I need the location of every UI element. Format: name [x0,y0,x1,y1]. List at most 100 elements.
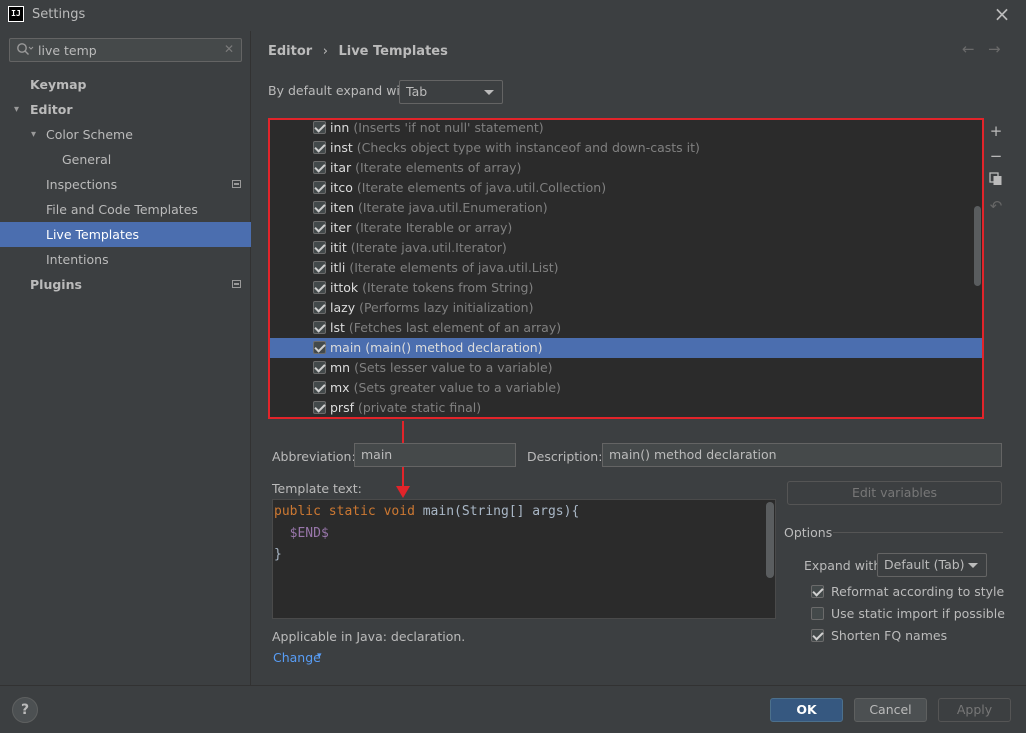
template-row-text: inn (Inserts 'if not null' statement) [330,120,544,138]
template-enabled-checkbox[interactable] [313,261,326,274]
reformat-checkbox[interactable] [811,585,824,598]
template-text-editor[interactable]: public static void main(String[] args){ … [272,499,776,619]
template-enabled-checkbox[interactable] [313,121,326,134]
template-description: (Performs lazy initialization) [359,300,534,315]
sidebar-item-intentions[interactable]: Intentions [0,247,251,272]
template-enabled-checkbox[interactable] [313,361,326,374]
template-row-text: itco (Iterate elements of java.util.Coll… [330,178,606,198]
add-template-icon[interactable]: + [986,121,1006,141]
undo-icon[interactable]: ↶ [986,196,1006,216]
edit-variables-button[interactable]: Edit variables [787,481,1002,505]
template-description: (Sets greater value to a variable) [353,380,561,395]
editor-scrollbar[interactable] [766,502,774,578]
chevron-down-icon[interactable]: ▾ [31,122,36,147]
cancel-button[interactable]: Cancel [854,698,927,722]
sidebar-item-label: Intentions [46,252,109,267]
template-abbreviation: inst [330,140,353,155]
template-row[interactable]: lazy (Performs lazy initialization) [270,298,982,318]
default-expand-select[interactable]: Tab [399,80,503,104]
shorten-fq-checkbox[interactable] [811,629,824,642]
sidebar-item-live-templates[interactable]: Live Templates [0,222,251,247]
back-arrow-icon[interactable]: ← [962,40,982,60]
window-title: Settings [32,7,86,22]
sidebar-item-keymap[interactable]: Keymap [0,72,251,97]
template-enabled-checkbox[interactable] [313,161,326,174]
template-enabled-checkbox[interactable] [313,241,326,254]
template-description: (Inserts 'if not null' statement) [353,120,544,135]
chevron-down-icon[interactable]: ▾ [317,651,322,661]
template-abbreviation: lazy [330,300,356,315]
template-description: (Iterate tokens from String) [362,280,534,295]
abbreviation-input[interactable]: main [354,443,516,467]
template-abbreviation: iter [330,220,352,235]
template-row[interactable]: itit (Iterate java.util.Iterator) [270,238,982,258]
template-row-text: ittok (Iterate tokens from String) [330,278,533,298]
chevron-down-icon[interactable]: ▾ [14,97,19,122]
template-row[interactable]: itli (Iterate elements of java.util.List… [270,258,982,278]
template-row[interactable]: iten (Iterate java.util.Enumeration) [270,198,982,218]
template-enabled-checkbox[interactable] [313,381,326,394]
clear-search-icon[interactable]: ✕ [222,42,236,56]
template-row-text: lazy (Performs lazy initialization) [330,298,533,318]
template-enabled-checkbox[interactable] [313,321,326,334]
change-context-link[interactable]: Change [273,650,321,665]
template-row[interactable]: iter (Iterate Iterable or array) [270,218,982,238]
template-row[interactable]: itco (Iterate elements of java.util.Coll… [270,178,982,198]
static-import-checkbox[interactable] [811,607,824,620]
template-row-text: iten (Iterate java.util.Enumeration) [330,198,548,218]
template-enabled-checkbox[interactable] [313,341,326,354]
template-row[interactable]: prsf (private static final) [270,398,982,417]
code-line-2: $END$ [289,526,329,541]
template-abbreviation: main [330,340,362,355]
template-row[interactable]: itar (Iterate elements of array) [270,158,982,178]
copy-template-icon[interactable] [986,171,1006,191]
template-row[interactable]: inn (Inserts 'if not null' statement) [270,120,982,138]
breadcrumb-separator: › [322,44,328,59]
template-description: (Checks object type with instanceof and … [356,140,700,155]
apply-button[interactable]: Apply [938,698,1011,722]
ok-button[interactable]: OK [770,698,843,722]
template-enabled-checkbox[interactable] [313,281,326,294]
sidebar-item-label: File and Code Templates [46,202,198,217]
template-enabled-checkbox[interactable] [313,221,326,234]
template-description: (Iterate elements of java.util.List) [349,260,559,275]
template-row[interactable]: inst (Checks object type with instanceof… [270,138,982,158]
template-description: (Iterate java.util.Enumeration) [357,200,548,215]
expand-with-option-label: Expand with [804,558,882,573]
sidebar-item-inspections[interactable]: Inspections [0,172,251,197]
template-row[interactable]: lst (Fetches last element of an array) [270,318,982,338]
sidebar-item-label: General [62,152,112,167]
sidebar-item-editor[interactable]: ▾ Editor [0,97,251,122]
description-label: Description: [527,449,603,464]
sidebar-item-label: Live Templates [46,227,140,242]
template-row[interactable]: main (main() method declaration) [270,338,982,358]
template-enabled-checkbox[interactable] [313,201,326,214]
templates-list[interactable]: inn (Inserts 'if not null' statement) ins… [268,118,984,419]
template-row[interactable]: mx (Sets greater value to a variable) [270,378,982,398]
help-button[interactable]: ? [12,697,38,723]
sidebar-item-general[interactable]: General [0,147,251,172]
template-row-text: itli (Iterate elements of java.util.List… [330,258,559,278]
template-row-text: lst (Fetches last element of an array) [330,318,561,338]
settings-search-input[interactable] [38,40,218,60]
template-row-text: itar (Iterate elements of array) [330,158,521,178]
template-enabled-checkbox[interactable] [313,301,326,314]
remove-template-icon[interactable]: − [986,146,1006,166]
template-row[interactable]: ittok (Iterate tokens from String) [270,278,982,298]
close-window-icon[interactable]: × [990,3,1014,27]
description-input[interactable]: main() method declaration [602,443,1002,467]
template-enabled-checkbox[interactable] [313,401,326,414]
template-description: (Iterate elements of java.util.Collectio… [356,180,607,195]
list-scrollbar[interactable] [974,206,981,286]
template-description: (Iterate java.util.Iterator) [350,240,507,255]
project-settings-icon [232,280,241,288]
sidebar-item-file-and-code-templates[interactable]: File and Code Templates [0,197,251,222]
template-enabled-checkbox[interactable] [313,141,326,154]
template-enabled-checkbox[interactable] [313,181,326,194]
sidebar-item-color-scheme[interactable]: ▾ Color Scheme [0,122,251,147]
sidebar-item-plugins[interactable]: Plugins [0,272,251,297]
expand-with-select[interactable]: Default (Tab) [877,553,987,577]
breadcrumb-parent[interactable]: Editor [268,44,312,59]
template-row[interactable]: mn (Sets lesser value to a variable) [270,358,982,378]
forward-arrow-icon[interactable]: → [988,40,1008,60]
